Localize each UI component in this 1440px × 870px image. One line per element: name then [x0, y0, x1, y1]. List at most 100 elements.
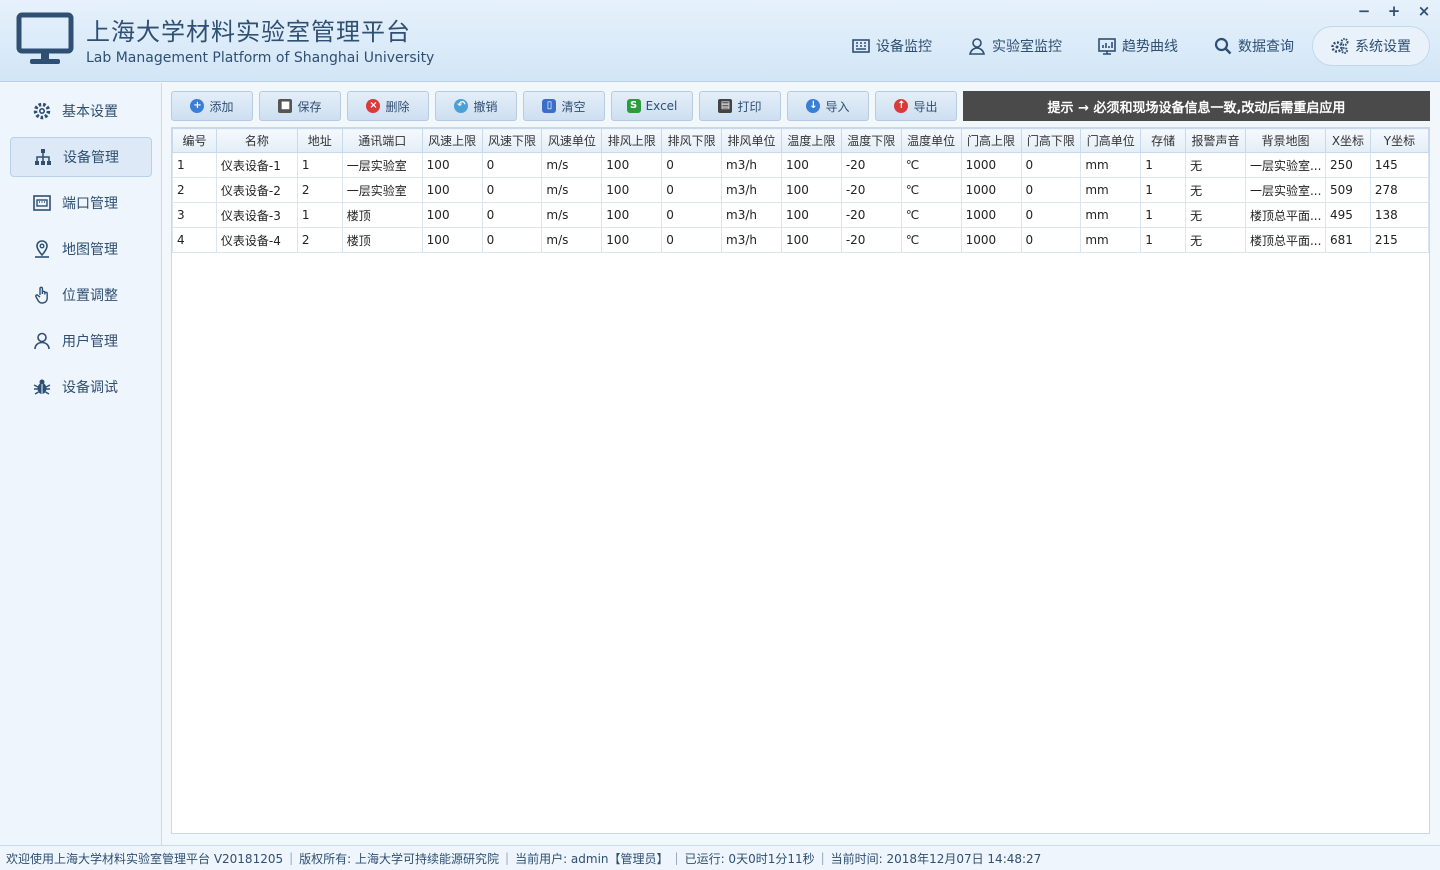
table-cell[interactable]: 100	[601, 202, 663, 228]
table-cell[interactable]: m3/h	[721, 152, 782, 178]
excel-button[interactable]: S Excel	[611, 91, 693, 121]
column-header[interactable]: 风速上限	[421, 128, 483, 153]
close-button[interactable]: ×	[1416, 2, 1432, 20]
table-cell[interactable]: 楼顶	[341, 227, 423, 253]
table-cell[interactable]: m3/h	[721, 202, 782, 228]
table-cell[interactable]: 0	[481, 177, 543, 203]
sidebar-item-device-debug[interactable]: 设备调试	[10, 367, 152, 407]
table-cell[interactable]: 0	[661, 177, 723, 203]
column-header[interactable]: 门高上限	[960, 128, 1022, 153]
table-cell[interactable]: 无	[1185, 202, 1246, 228]
print-button[interactable]: ▤ 打印	[699, 91, 781, 121]
table-cell[interactable]: 1	[296, 202, 343, 228]
table-cell[interactable]: 无	[1185, 152, 1246, 178]
table-cell[interactable]: ℃	[900, 202, 962, 228]
table-cell[interactable]: 2	[172, 177, 217, 203]
table-cell[interactable]: 0	[481, 152, 543, 178]
column-header[interactable]: 门高单位	[1080, 128, 1142, 153]
table-cell[interactable]: 一层实验室	[341, 177, 423, 203]
table-cell[interactable]: 250	[1324, 152, 1371, 178]
export-button[interactable]: ↑ 导出	[875, 91, 957, 121]
table-cell[interactable]: ℃	[900, 152, 962, 178]
table-cell[interactable]: 100	[780, 152, 842, 178]
column-header[interactable]: 排风下限	[661, 128, 723, 153]
column-header[interactable]: 地址	[296, 128, 343, 153]
table-cell[interactable]: 1000	[960, 227, 1022, 253]
column-header[interactable]: 通讯端口	[341, 128, 423, 153]
table-cell[interactable]: 100	[421, 177, 483, 203]
table-cell[interactable]: 1	[172, 152, 217, 178]
table-cell[interactable]: 100	[780, 227, 842, 253]
table-cell[interactable]: 1	[296, 152, 343, 178]
table-cell[interactable]: 仪表设备-3	[215, 202, 298, 228]
table-cell[interactable]: mm	[1080, 177, 1142, 203]
sidebar-item-user-management[interactable]: 用户管理	[10, 321, 152, 361]
column-header[interactable]: 温度上限	[780, 128, 842, 153]
maximize-button[interactable]: +	[1386, 2, 1402, 20]
table-cell[interactable]: 0	[661, 227, 723, 253]
table-cell[interactable]: 0	[1020, 152, 1082, 178]
table-cell[interactable]: 0	[1020, 177, 1082, 203]
table-cell[interactable]: 仪表设备-4	[215, 227, 298, 253]
nav-device-monitor[interactable]: 设备监控	[834, 26, 950, 66]
table-cell[interactable]: 2	[296, 227, 343, 253]
column-header[interactable]: 温度单位	[900, 128, 962, 153]
table-cell[interactable]: 楼顶总平面...	[1244, 227, 1326, 253]
table-cell[interactable]: 278	[1369, 177, 1430, 203]
sidebar-item-port-management[interactable]: 端口管理	[10, 183, 152, 223]
table-cell[interactable]: 1	[1140, 177, 1187, 203]
table-cell[interactable]: -20	[840, 202, 902, 228]
table-cell[interactable]: -20	[840, 177, 902, 203]
table-cell[interactable]: 一层实验室	[341, 152, 423, 178]
table-cell[interactable]: m/s	[541, 152, 603, 178]
table-cell[interactable]: 仪表设备-1	[215, 152, 298, 178]
minimize-button[interactable]: −	[1356, 2, 1372, 20]
table-cell[interactable]: 1000	[960, 152, 1022, 178]
table-cell[interactable]: 100	[601, 177, 663, 203]
import-button[interactable]: ↓ 导入	[787, 91, 869, 121]
table-row[interactable]: 4 仪表设备-4 2 楼顶 100 0 m/s 100 0 m3/h 100 -20 ℃ 1000 0 mm 1…	[172, 227, 1430, 253]
nav-data-query[interactable]: 数据查询	[1196, 26, 1312, 66]
table-cell[interactable]: 100	[780, 202, 842, 228]
table-cell[interactable]: 1	[1140, 152, 1187, 178]
table-cell[interactable]: 仪表设备-2	[215, 177, 298, 203]
table-cell[interactable]: 3	[172, 202, 217, 228]
table-cell[interactable]: 1	[1140, 202, 1187, 228]
table-cell[interactable]: m3/h	[721, 177, 782, 203]
table-cell[interactable]: 0	[481, 227, 543, 253]
column-header[interactable]: 排风上限	[601, 128, 663, 153]
table-row[interactable]: 1 仪表设备-1 1 一层实验室 100 0 m/s 100 0 m3/h 100 -20 ℃ 1000 0…	[172, 152, 1430, 178]
table-cell[interactable]: 100	[601, 227, 663, 253]
sidebar-item-device-management[interactable]: 设备管理	[10, 137, 152, 177]
table-cell[interactable]: mm	[1080, 227, 1142, 253]
column-header[interactable]: 风速下限	[481, 128, 543, 153]
table-cell[interactable]: m3/h	[721, 227, 782, 253]
table-cell[interactable]: mm	[1080, 152, 1142, 178]
table-cell[interactable]: 215	[1369, 227, 1430, 253]
table-row[interactable]: 2 仪表设备-2 2 一层实验室 100 0 m/s 100 0 m3/h 100 -20 ℃ 1000 0…	[172, 177, 1430, 203]
table-cell[interactable]: 100	[601, 152, 663, 178]
table-cell[interactable]: 138	[1369, 202, 1430, 228]
table-cell[interactable]: 2	[296, 177, 343, 203]
table-cell[interactable]: 495	[1324, 202, 1371, 228]
column-header[interactable]: X坐标	[1324, 128, 1371, 153]
table-cell[interactable]: 0	[481, 202, 543, 228]
column-header[interactable]: 门高下限	[1020, 128, 1082, 153]
table-cell[interactable]: ℃	[900, 227, 962, 253]
table-cell[interactable]: 100	[421, 152, 483, 178]
table-cell[interactable]: 楼顶总平面...	[1244, 202, 1326, 228]
table-cell[interactable]: 0	[1020, 227, 1082, 253]
table-cell[interactable]: 100	[780, 177, 842, 203]
undo-button[interactable]: ↶ 撤销	[435, 91, 517, 121]
nav-lab-monitor[interactable]: 实验室监控	[950, 26, 1080, 66]
column-header[interactable]: 排风单位	[721, 128, 782, 153]
table-cell[interactable]: 1000	[960, 202, 1022, 228]
table-cell[interactable]: mm	[1080, 202, 1142, 228]
column-header[interactable]: 温度下限	[840, 128, 902, 153]
table-cell[interactable]: -20	[840, 227, 902, 253]
table-cell[interactable]: 145	[1369, 152, 1430, 178]
table-cell[interactable]: ℃	[900, 177, 962, 203]
table-cell[interactable]: 681	[1324, 227, 1371, 253]
table-cell[interactable]: 无	[1185, 227, 1246, 253]
clear-button[interactable]: ▯ 清空	[523, 91, 605, 121]
